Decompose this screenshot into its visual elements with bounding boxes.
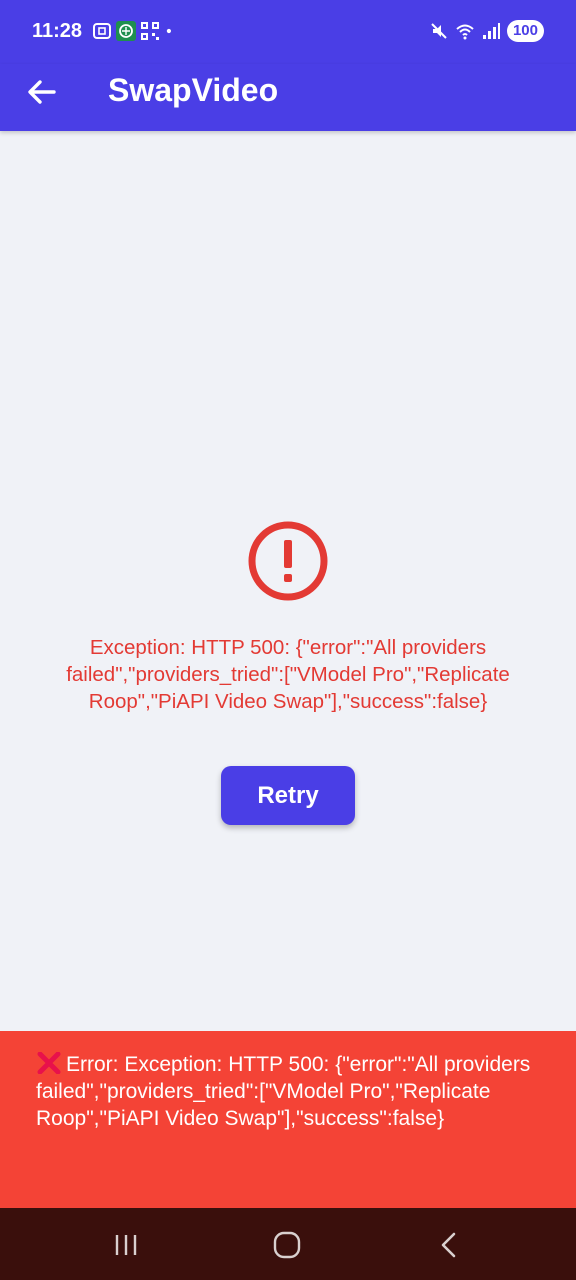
app-bar: SwapVideo — [0, 64, 576, 131]
back-nav-icon[interactable] — [434, 1230, 464, 1260]
system-nav-bar — [0, 1208, 576, 1280]
snackbar-message: Error: Exception: HTTP 500: {"error":"Al… — [36, 1053, 531, 1130]
screenshot-icon — [93, 23, 111, 39]
qr-icon — [141, 22, 159, 40]
battery-indicator: 100 — [506, 20, 544, 42]
error-snackbar: Error: Exception: HTTP 500: {"error":"Al… — [0, 1031, 576, 1208]
app-notification-icon — [116, 21, 136, 41]
status-left-icons — [92, 21, 178, 41]
wifi-icon — [456, 24, 474, 40]
error-message: Exception: HTTP 500: {"error":"All provi… — [66, 636, 510, 713]
page-title: SwapVideo — [108, 72, 279, 108]
signal-icon — [482, 23, 500, 39]
arrow-back-icon[interactable] — [24, 74, 60, 110]
dot-icon — [166, 28, 171, 34]
status-right-icons: 100 — [429, 20, 544, 42]
recent-apps-icon[interactable] — [111, 1230, 141, 1260]
status-time: 11:28 — [32, 20, 83, 42]
snackbar-message-container: Error: Exception: HTTP 500: {"error":"Al… — [36, 1051, 546, 1132]
home-icon[interactable] — [272, 1230, 302, 1260]
status-bar: 11:28 100 — [0, 0, 576, 64]
mute-icon — [431, 23, 447, 39]
retry-button[interactable]: Retry — [221, 766, 355, 825]
error-circle-icon — [248, 521, 328, 601]
cross-mark-icon — [37, 1052, 61, 1074]
